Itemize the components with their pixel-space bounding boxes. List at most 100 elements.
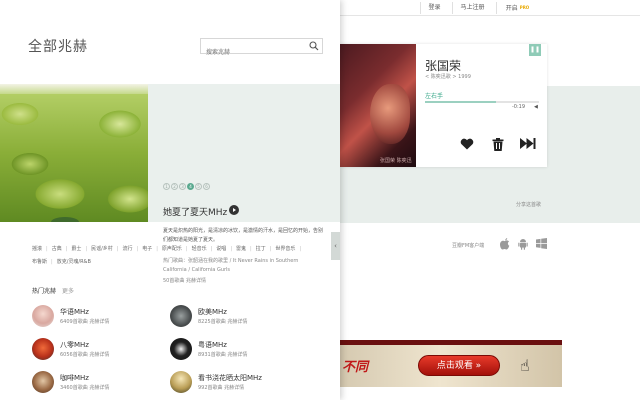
tag-separator: | [65,246,68,252]
tag-separator: | [136,246,139,252]
genre-tag[interactable]: 轻音乐 [192,243,207,256]
genre-tag[interactable]: 雷鬼 [236,243,246,256]
tag-separator: | [116,246,119,252]
pager-dot[interactable]: 2 [171,183,178,190]
genre-tag[interactable]: 原声配乐 [162,243,182,256]
ad-top-bar [340,340,562,345]
ad-slogan: 不同 [342,360,369,375]
register-link[interactable]: 马上注册 [452,2,492,14]
station-item[interactable]: 八零MHz 6056首歌曲 兆赫详情 [32,338,162,362]
ad-banner[interactable]: 不同 点击观看 » ☝ [340,340,562,387]
tag-separator: | [185,246,188,252]
play-icon[interactable] [229,205,239,215]
station-avatar[interactable] [170,305,192,327]
genre-tag[interactable]: 电子 [142,243,152,256]
channel-panel: 全部兆赫 123456 她夏了夏天MHz 夏天是炽热的阳光，是清凉的冰饮，是激情… [0,0,340,400]
tag-separator: | [299,246,302,252]
tag-separator: | [156,246,158,252]
genre-tag[interactable]: 说唱 [216,243,226,256]
station-avatar[interactable] [32,338,54,360]
album-cover: 张国荣 陈奕迅 [340,44,416,167]
ad-watch-button[interactable]: 点击观看 » [418,355,500,376]
song-title[interactable]: 左右手 [425,91,443,100]
pager-dot[interactable]: 4 [187,183,194,190]
station-item[interactable]: 咖啡MHz 3460首歌曲 兆赫详情 [32,371,162,395]
open-label: 开启 [505,5,518,12]
station-avatar[interactable] [32,305,54,327]
genre-tag[interactable]: 拉丁 [256,243,266,256]
genre-tag[interactable]: 爵士 [71,243,81,256]
pager-dot[interactable]: 5 [195,183,202,190]
pager-dot[interactable]: 6 [203,183,210,190]
station-avatar[interactable] [170,371,192,393]
progress-fill [425,101,496,103]
search-box[interactable] [200,38,323,60]
station-meta: 8225首歌曲 兆赫详情 [198,319,248,325]
open-pro-link[interactable]: 开启 PRO [496,2,538,14]
station-name[interactable]: 粤语MHz [198,340,227,350]
feature-title[interactable]: 她夏了夏天MHz [163,205,227,218]
tag-separator: | [51,259,53,265]
trash-icon[interactable] [492,138,504,151]
station-meta: 6056首歌曲 兆赫详情 [60,352,110,358]
station-meta: 8931首歌曲 兆赫详情 [198,352,248,358]
pause-button[interactable]: ❚❚ [529,44,541,56]
android-icon[interactable] [518,238,528,250]
progress-bar[interactable] [425,101,539,103]
singer-name[interactable]: 张国荣 [425,57,461,74]
feature-links[interactable]: 50首歌曲 兆赫详情 [163,277,206,284]
album-portrait [370,84,410,144]
station-item[interactable]: 欧美MHz 8225首歌曲 兆赫详情 [170,305,300,329]
time-remaining: -0:19 [512,104,526,110]
hot-stations-title: 热门兆赫 [32,288,57,295]
search-icon[interactable] [309,41,319,51]
share-link[interactable]: 分享这首歌 [516,201,541,208]
featured-image[interactable] [0,84,148,222]
genre-tag[interactable]: 古典 [52,243,62,256]
album-meta[interactable]: < 陈奕迅歌 > 1999 [425,73,471,80]
station-name[interactable]: 八零MHz [60,340,89,350]
kid-figure [51,217,79,222]
panel-title: 全部兆赫 [28,39,88,55]
station-avatar[interactable] [170,338,192,360]
genre-tag[interactable]: 流行 [122,243,132,256]
top-nav: 登录 马上注册 开启 PRO [340,0,640,16]
pager-dot[interactable]: 1 [163,183,170,190]
search-input[interactable] [201,45,305,60]
heart-icon[interactable] [460,138,474,150]
station-name[interactable]: 欧美MHz [198,307,227,317]
pager-dot[interactable]: 3 [179,183,186,190]
tag-separator: | [210,246,213,252]
tag-separator: | [85,246,88,252]
genre-tag[interactable]: 世界音乐 [275,243,295,256]
windows-icon[interactable] [536,238,547,249]
station-item[interactable]: 看书浇花晒太阳MHz 992首歌曲 兆赫详情 [170,371,300,395]
genre-tag[interactable]: 民谣/乡村 [91,243,113,256]
next-icon[interactable] [520,138,536,149]
genre-tags: 摇滚 | 古典 | 爵士 | 民谣/乡村 | 流行 | 电子 | 原声配乐 | 轻音乐 | 说唱 | 雷鬼 | 拉丁 | 世… [32,243,312,269]
album-caption: 张国荣 陈奕迅 [380,158,412,164]
client-download-text[interactable]: 豆瓣FM客户端 [452,242,484,249]
station-item[interactable]: 粤语MHz 8931首歌曲 兆赫详情 [170,338,300,362]
volume-icon[interactable]: ◀ [534,104,538,110]
station-avatar[interactable] [32,371,54,393]
player-card: 张国荣 陈奕迅 张国荣 < 陈奕迅歌 > 1999 左右手 -0:19 ◀ ❚❚ [340,44,547,167]
collapse-panel-button[interactable]: ‹ [331,232,340,260]
station-name[interactable]: 看书浇花晒太阳MHz [198,373,262,383]
genre-tag[interactable]: 摇滚 [32,243,42,256]
apple-icon[interactable] [500,238,510,250]
pro-badge: PRO [519,5,530,10]
more-link[interactable]: 更多 [62,288,74,295]
station-item[interactable]: 华语MHz 6409首歌曲 兆赫详情 [32,305,162,329]
station-name[interactable]: 华语MHz [60,307,89,317]
station-meta: 3460首歌曲 兆赫详情 [60,385,110,391]
hand-cursor-icon: ☝ [520,356,530,375]
featured-channel: 123456 她夏了夏天MHz 夏天是炽热的阳光，是清凉的冰饮，是激情的汗水，是… [0,84,340,284]
feature-pager: 123456 [163,183,211,202]
tag-separator: | [250,246,252,252]
station-name[interactable]: 咖啡MHz [60,373,89,383]
genre-tag[interactable]: 放克/灵魂/R&B [57,256,91,269]
image-sky [0,84,148,94]
genre-tag[interactable]: 布鲁斯 [32,256,47,269]
login-link[interactable]: 登录 [420,2,448,14]
